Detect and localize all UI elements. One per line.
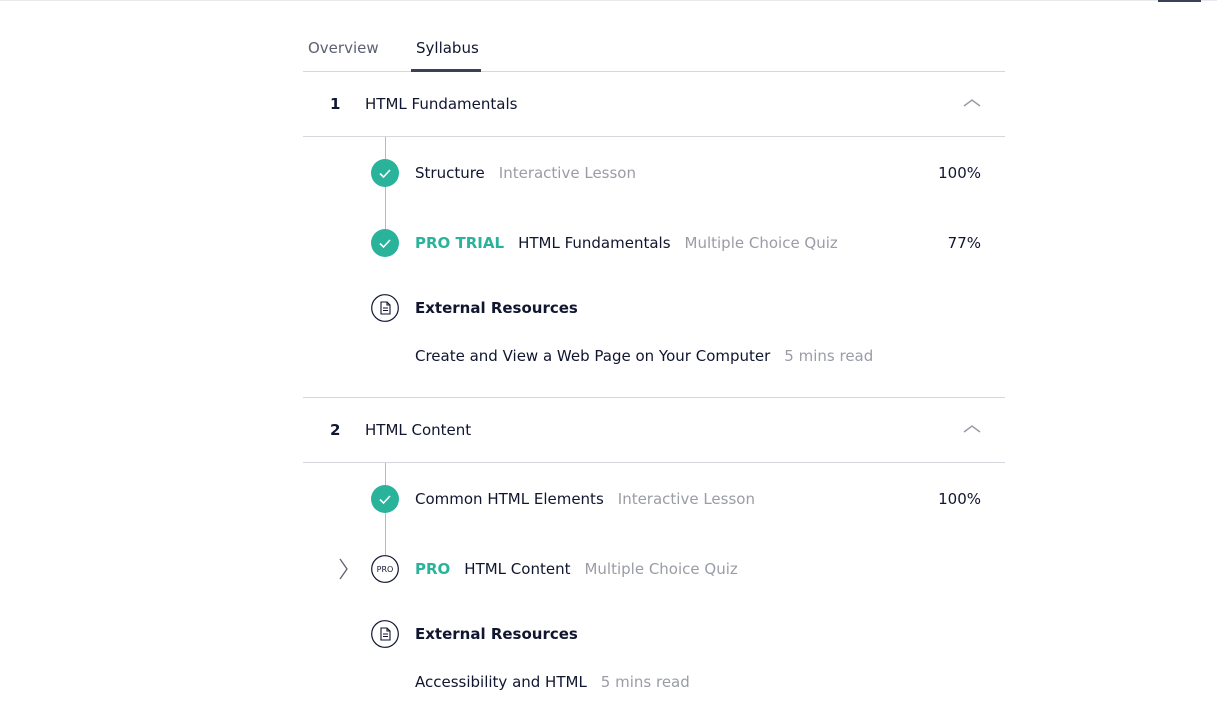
item-type: Multiple Choice Quiz (584, 560, 738, 578)
resources-header: External Resources (303, 294, 1005, 324)
pro-trial-badge: PRO TRIAL (415, 234, 505, 252)
pro-icon-label: PRO (377, 565, 394, 574)
progress-percent: 100% (938, 490, 981, 508)
resource-link[interactable]: Accessibility and HTML (415, 673, 587, 691)
timeline-line (385, 463, 386, 569)
item-type: Interactive Lesson (617, 490, 755, 508)
progress-percent: 100% (938, 164, 981, 182)
tab-bar: Overview Syllabus (303, 0, 1005, 72)
list-item[interactable]: PRO TRIAL HTML Fundamentals Multiple Choic… (303, 229, 1005, 259)
resources-heading-row: External Resources (415, 625, 578, 643)
resources-heading-row: External Resources (415, 299, 578, 317)
resources-heading: External Resources (415, 625, 578, 643)
chevron-up-icon[interactable] (963, 97, 981, 109)
syllabus-container: Overview Syllabus 1 HTML Fundamentals St… (303, 0, 1005, 721)
item-title[interactable]: Structure (415, 164, 485, 182)
module-title: HTML Content (365, 421, 472, 439)
check-circle-icon (371, 229, 399, 257)
check-circle-icon (371, 159, 399, 187)
item-title[interactable]: Common HTML Elements (415, 490, 604, 508)
item-label-row: Common HTML Elements Interactive Lesson (415, 490, 755, 508)
item-type: Multiple Choice Quiz (684, 234, 838, 252)
read-time: 5 mins read (600, 673, 690, 691)
module-body-2: Common HTML Elements Interactive Lesson 1… (303, 463, 1005, 721)
item-type: Interactive Lesson (498, 164, 636, 182)
module-title: HTML Fundamentals (365, 95, 518, 113)
module-number: 1 (330, 95, 341, 113)
document-icon (371, 294, 399, 322)
module-header-2[interactable]: 2 HTML Content (303, 398, 1005, 463)
resources-header: External Resources (303, 620, 1005, 650)
module-number: 2 (330, 421, 341, 439)
pro-circle-icon: PRO (371, 555, 399, 583)
resources-heading: External Resources (415, 299, 578, 317)
list-item[interactable]: Common HTML Elements Interactive Lesson 1… (303, 485, 1005, 515)
timeline-line (385, 137, 386, 243)
check-circle-icon (371, 485, 399, 513)
list-item[interactable]: PRO PRO HTML Content Multiple Choice Quiz (303, 555, 1005, 585)
read-time: 5 mins read (784, 347, 874, 365)
pro-badge: PRO (415, 560, 451, 578)
item-title[interactable]: HTML Fundamentals (518, 234, 670, 252)
tab-syllabus[interactable]: Syllabus (416, 39, 479, 57)
document-icon (371, 620, 399, 648)
tab-overview[interactable]: Overview (308, 39, 379, 57)
progress-percent: 77% (947, 234, 981, 252)
list-item[interactable]: Structure Interactive Lesson 100% (303, 159, 1005, 189)
chevron-right-icon[interactable] (337, 557, 349, 581)
chevron-up-icon[interactable] (963, 423, 981, 435)
item-label-row: Structure Interactive Lesson (415, 164, 636, 182)
item-label-row: PRO HTML Content Multiple Choice Quiz (415, 560, 738, 578)
module-header-1[interactable]: 1 HTML Fundamentals (303, 72, 1005, 137)
item-title[interactable]: HTML Content (464, 560, 570, 578)
module-body-1: Structure Interactive Lesson 100% PRO TRI… (303, 137, 1005, 398)
resource-link-row: Create and View a Web Page on Your Compu… (415, 347, 873, 365)
resource-link[interactable]: Create and View a Web Page on Your Compu… (415, 347, 770, 365)
item-label-row: PRO TRIAL HTML Fundamentals Multiple Choic… (415, 234, 838, 252)
resource-link-row: Accessibility and HTML 5 mins read (415, 673, 690, 691)
top-border-accent (1158, 0, 1201, 2)
